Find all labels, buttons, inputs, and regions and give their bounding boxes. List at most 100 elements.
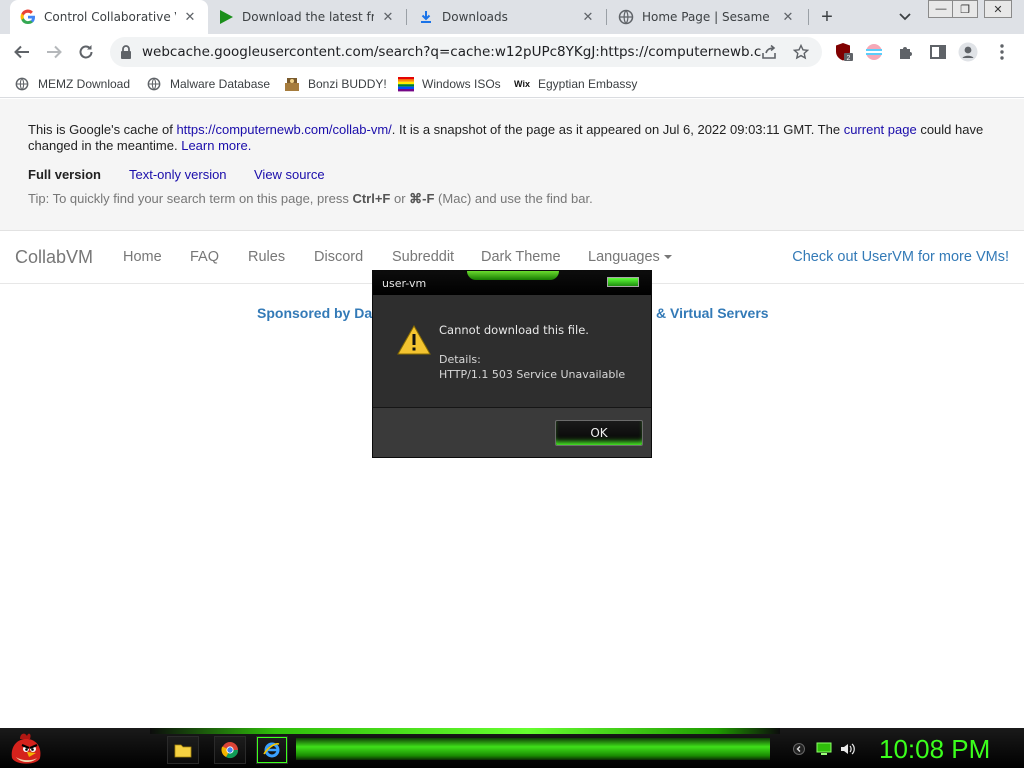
puzzle-extensions-icon[interactable]: [896, 42, 916, 62]
bookmarks-bar: MEMZ Download Malware Database Bonzi BUD…: [0, 70, 1024, 98]
bonzi-icon: [284, 76, 300, 92]
profile-avatar-icon[interactable]: [958, 42, 978, 62]
nav-subreddit[interactable]: Subreddit: [392, 249, 454, 265]
taskbar-clock[interactable]: 10:08 PM: [879, 734, 990, 765]
extension-badge: 2: [847, 55, 851, 62]
tab-title: Home Page | Sesame Stre: [642, 10, 774, 24]
nav-faq[interactable]: FAQ: [190, 249, 219, 265]
current-page-link[interactable]: current page: [844, 122, 917, 137]
side-panel-icon[interactable]: [928, 42, 948, 62]
close-tab-icon[interactable]: ✕: [580, 9, 596, 25]
new-tab-button[interactable]: +: [816, 6, 838, 28]
full-version-label: Full version: [28, 167, 101, 182]
kebab-menu-icon[interactable]: [992, 42, 1012, 62]
collabvm-brand[interactable]: CollabVM: [15, 247, 93, 268]
bookmark-windows-isos[interactable]: Windows ISOs: [398, 75, 501, 93]
bookmark-label: Malware Database: [170, 77, 271, 91]
titlebar-glow: [467, 271, 559, 280]
dialog-footer: OK: [373, 407, 651, 457]
browser-toolbar: webcache.googleusercontent.com/search?q=…: [0, 34, 1024, 70]
nav-discord[interactable]: Discord: [314, 249, 363, 265]
uservm-link[interactable]: Check out UserVM for more VMs!: [792, 249, 1009, 265]
tip-text: (Mac) and use the find bar.: [434, 191, 593, 206]
play-icon: [218, 9, 234, 25]
nav-dark-theme[interactable]: Dark Theme: [481, 249, 561, 265]
minimize-button[interactable]: —: [928, 0, 954, 18]
bookmark-label: Egyptian Embassy: [538, 77, 638, 91]
tip-key: Ctrl+F: [352, 191, 391, 206]
reload-icon[interactable]: [74, 40, 98, 64]
start-button-bird-icon[interactable]: [6, 730, 46, 768]
network-icon[interactable]: [816, 742, 832, 756]
tab-separator: [406, 9, 407, 25]
nav-languages-label: Languages: [588, 249, 660, 265]
taskbar-green-band: [150, 728, 780, 734]
tray-chevron-icon[interactable]: [791, 742, 807, 756]
taskbar: [0, 728, 1024, 768]
restore-button[interactable]: ❐: [952, 0, 978, 18]
sponsor-text-right[interactable]: & Virtual Servers: [656, 305, 769, 321]
nav-rules[interactable]: Rules: [248, 249, 285, 265]
globe-icon: [146, 76, 162, 92]
close-tab-icon[interactable]: ✕: [780, 9, 796, 25]
bookmark-star-icon[interactable]: [792, 43, 810, 61]
dialog-message: Cannot download this file.: [439, 323, 589, 337]
tab-sesame[interactable]: Home Page | Sesame Stre ✕: [608, 0, 806, 34]
chrome-icon[interactable]: [214, 736, 246, 764]
google-icon: [20, 9, 36, 25]
cache-tip: Tip: To quickly find your search term on…: [28, 191, 593, 207]
bookmark-egyptian-embassy[interactable]: Wix Egyptian Embassy: [514, 75, 637, 93]
back-arrow-icon[interactable]: [10, 40, 34, 64]
learn-more-link[interactable]: Learn more.: [181, 138, 251, 153]
view-source-link[interactable]: View source: [254, 167, 325, 182]
dialog-titlebar[interactable]: user-vm: [373, 271, 651, 295]
cache-text: . It is a snapshot of the page as it app…: [391, 122, 844, 137]
bookmark-bonzi-buddy[interactable]: Bonzi BUDDY!: [284, 75, 387, 93]
tab-title: Control Collaborative Vir: [44, 10, 176, 24]
internet-explorer-icon[interactable]: [256, 736, 288, 764]
tab-search-chevron-icon[interactable]: [896, 8, 914, 26]
close-tab-icon[interactable]: ✕: [380, 9, 396, 25]
volume-icon[interactable]: [840, 742, 856, 756]
bookmark-malware-database[interactable]: Malware Database: [146, 75, 270, 93]
google-cache-banner: This is Google's cache of https://comput…: [0, 99, 1024, 231]
taskbar-glow: [296, 738, 770, 760]
forward-arrow-icon[interactable]: [42, 40, 66, 64]
titlebar-indicator: [607, 277, 639, 287]
bookmark-label: Bonzi BUDDY!: [308, 77, 387, 91]
tab-download[interactable]: Download the latest free ✕: [208, 0, 406, 34]
lock-icon[interactable]: [120, 44, 134, 60]
nav-languages-dropdown[interactable]: Languages: [588, 249, 672, 265]
dialog-details-label: Details:: [439, 353, 481, 366]
tab-separator: [606, 9, 607, 25]
tip-text: Tip: To quickly find your search term on…: [28, 191, 353, 206]
file-explorer-icon[interactable]: [167, 736, 199, 764]
tab-downloads[interactable]: Downloads ✕: [408, 0, 606, 34]
wix-icon: Wix: [514, 79, 530, 89]
text-only-version-link[interactable]: Text-only version: [129, 167, 227, 182]
tab-collabvm[interactable]: Control Collaborative Vir ✕: [10, 0, 208, 34]
windows-flag-icon: [398, 76, 414, 92]
pride-extension-icon[interactable]: [864, 42, 884, 62]
warning-icon: [397, 325, 431, 355]
dialog-title: user-vm: [382, 277, 427, 290]
cached-url-link[interactable]: https://computernewb.com/collab-vm/: [176, 122, 391, 137]
close-tab-icon[interactable]: ✕: [182, 9, 198, 25]
url-text[interactable]: webcache.googleusercontent.com/search?q=…: [142, 44, 762, 60]
ublock-icon[interactable]: 2: [834, 42, 854, 62]
share-icon[interactable]: [760, 43, 778, 61]
tip-key: ⌘-F: [409, 191, 435, 206]
address-bar[interactable]: webcache.googleusercontent.com/search?q=…: [110, 37, 822, 67]
bookmark-memz[interactable]: MEMZ Download: [14, 75, 130, 93]
cache-text: This is Google's cache of: [28, 122, 177, 137]
sponsor-text-left[interactable]: Sponsored by Dat: [257, 305, 377, 321]
tip-text: or: [390, 191, 410, 206]
tab-separator: [808, 9, 809, 25]
ok-button[interactable]: OK: [555, 420, 643, 446]
download-error-dialog: user-vm Cannot download this file. Detai…: [372, 270, 652, 458]
close-window-button[interactable]: ✕: [984, 0, 1012, 18]
nav-home[interactable]: Home: [123, 249, 162, 265]
cache-notice: This is Google's cache of https://comput…: [28, 122, 998, 154]
tab-title: Downloads: [442, 10, 508, 24]
globe-icon: [14, 76, 30, 92]
